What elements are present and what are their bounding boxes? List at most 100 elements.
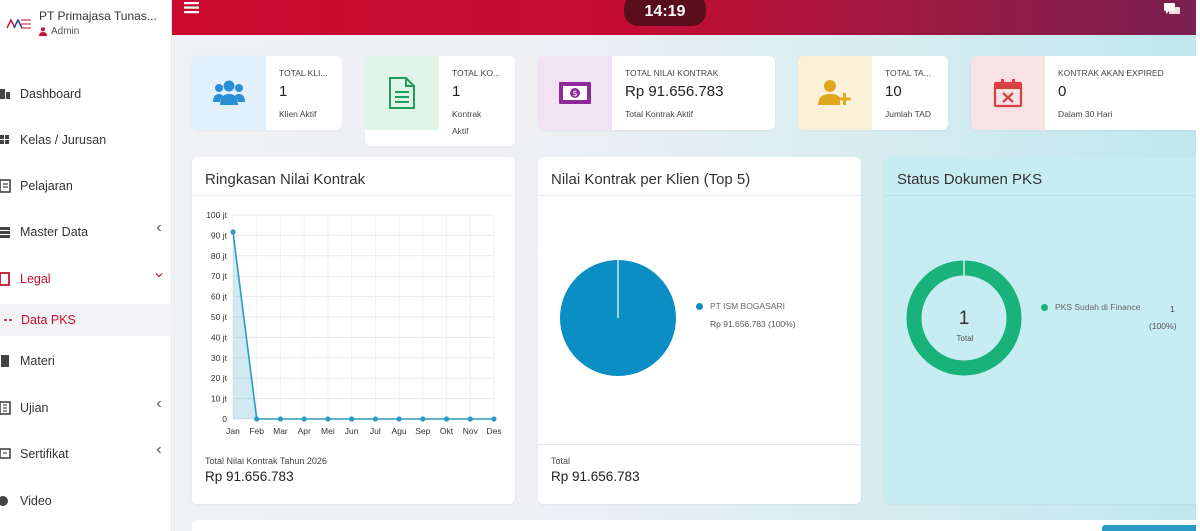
menu-icon[interactable] bbox=[184, 2, 200, 14]
sidebar-item-master-data[interactable]: Master Data bbox=[0, 216, 172, 248]
sidebar-item-label: Materi bbox=[20, 354, 55, 368]
document-icon bbox=[389, 77, 415, 109]
x-tick-label: Apr bbox=[298, 426, 311, 436]
stat-icon-box bbox=[798, 56, 872, 130]
x-tick-label: Feb bbox=[249, 426, 264, 436]
chevron-left-icon bbox=[156, 224, 161, 232]
sidebar-item-legal[interactable]: Legal bbox=[0, 263, 172, 295]
stat-subtitle: Total Kontrak Aktif bbox=[625, 109, 694, 119]
stat-card-kontrak-akan-expired[interactable]: KONTRAK AKAN EXPIRED 0 Dalam 30 Hari bbox=[971, 56, 1200, 130]
panel-divider bbox=[884, 195, 1200, 196]
x-tick-label: Nov bbox=[463, 426, 479, 436]
y-tick-label: 40 jt bbox=[211, 332, 228, 342]
stat-title: KONTRAK AKAN EXPIRED bbox=[1058, 68, 1164, 78]
legend-name: PKS Sudah di Finance bbox=[1055, 302, 1141, 312]
stat-card-total-tad[interactable]: TOTAL TA... 10 Jumlah TAD bbox=[798, 56, 948, 130]
client-value-pie-chart bbox=[560, 260, 676, 376]
y-tick-label: 20 jt bbox=[211, 373, 228, 383]
y-tick-label: 50 jt bbox=[211, 312, 228, 322]
main-content: TOTAL KLI... 1 Klien Aktif TOTAL KO... 1… bbox=[172, 35, 1200, 531]
bottom-panel-accent bbox=[1102, 525, 1200, 531]
sidebar-item-data-pks[interactable]: Data PKS bbox=[0, 304, 172, 336]
donut-legend-item: PKS Sudah di Finance bbox=[1041, 302, 1141, 312]
data-point bbox=[467, 416, 473, 422]
x-tick-label: Sep bbox=[415, 426, 430, 436]
sidebar-item-label: Master Data bbox=[20, 225, 89, 239]
data-point bbox=[349, 416, 355, 422]
stat-card-total-klien[interactable]: TOTAL KLI... 1 Klien Aktif bbox=[192, 56, 342, 130]
stat-value: Rp 91.656.783 bbox=[625, 83, 724, 100]
stat-title: TOTAL TA... bbox=[885, 68, 931, 78]
pie-legend-item: PT ISM BOGASARI bbox=[696, 301, 785, 311]
stat-icon-box bbox=[192, 56, 266, 130]
legend-dot bbox=[1041, 303, 1048, 311]
stat-card-total-kontrak[interactable]: TOTAL KO... 1 Kontrak Aktif bbox=[365, 56, 515, 146]
panel-divider bbox=[192, 195, 515, 196]
chat-icon[interactable] bbox=[1164, 3, 1180, 16]
pks-status-donut-chart bbox=[906, 260, 1022, 376]
series-line bbox=[232, 231, 494, 420]
stat-subtitle-line2: Aktif bbox=[452, 126, 469, 136]
y-tick-label: 0 bbox=[222, 414, 227, 424]
grid-icon bbox=[0, 135, 9, 144]
data-point bbox=[420, 416, 426, 422]
y-tick-label: 100 jt bbox=[206, 210, 227, 220]
y-tick-label: 80 jt bbox=[211, 251, 228, 261]
dashboard-icon bbox=[0, 89, 10, 99]
panel-nilai-kontrak-per-klien: Nilai Kontrak per Klien (Top 5) PT ISM B… bbox=[538, 157, 861, 504]
data-point bbox=[301, 416, 307, 422]
company-name: PT Primajasa Tunas... bbox=[39, 9, 157, 23]
book-icon bbox=[0, 179, 11, 193]
data-point bbox=[491, 416, 497, 422]
panel-divider bbox=[538, 195, 861, 196]
data-point bbox=[372, 416, 378, 422]
legal-icon bbox=[0, 272, 10, 286]
sidebar: PT Primajasa Tunas... Admin Dashboard Ke… bbox=[0, 0, 172, 531]
chevron-left-icon bbox=[156, 446, 161, 454]
sidebar-item-ujian[interactable]: Ujian bbox=[0, 392, 172, 424]
svg-text:$: $ bbox=[572, 89, 577, 98]
x-tick-label: Jul bbox=[370, 426, 381, 436]
panel-status-dokumen-pks: Status Dokumen PKS 1 Total PKS Sudah di … bbox=[884, 157, 1200, 504]
video-icon bbox=[0, 496, 8, 506]
sidebar-item-pelajaran[interactable]: Pelajaran bbox=[0, 170, 172, 202]
stat-value: 0 bbox=[1058, 83, 1067, 100]
panel-footer-value: Rp 91.656.783 bbox=[205, 469, 294, 484]
data-point bbox=[254, 416, 260, 422]
stat-subtitle: Jumlah TAD bbox=[885, 109, 931, 119]
y-tick-label: 70 jt bbox=[211, 271, 228, 281]
clock: 14:19 bbox=[624, 0, 706, 26]
exam-icon bbox=[0, 401, 11, 415]
certificate-icon bbox=[0, 448, 11, 459]
sidebar-item-materi[interactable]: Materi bbox=[0, 345, 172, 377]
sidebar-item-dashboard[interactable]: Dashboard bbox=[0, 78, 172, 110]
brand[interactable]: PT Primajasa Tunas... Admin bbox=[6, 6, 172, 46]
stat-value: 1 bbox=[452, 83, 461, 100]
panel-title: Status Dokumen PKS bbox=[897, 171, 1043, 188]
donut-center-label: Total bbox=[956, 334, 974, 343]
series-area bbox=[233, 232, 494, 419]
sidebar-item-video[interactable]: Video bbox=[0, 485, 172, 517]
sidebar-item-kelas-jurusan[interactable]: Kelas / Jurusan bbox=[0, 124, 172, 156]
x-tick-label: Agu bbox=[392, 426, 407, 436]
legend-dot bbox=[696, 302, 703, 310]
stat-subtitle: Klien Aktif bbox=[279, 109, 317, 119]
legend-count: 1 bbox=[1170, 304, 1175, 314]
stat-card-total-nilai-kontrak[interactable]: $ TOTAL NILAI KONTRAK Rp 91.656.783 Tota… bbox=[538, 56, 775, 130]
sidebar-item-sertifikat[interactable]: Sertifikat bbox=[0, 438, 172, 470]
sidebar-item-label: Pelajaran bbox=[20, 179, 73, 193]
money-icon: $ bbox=[559, 82, 591, 104]
user-role-label: Admin bbox=[51, 26, 80, 37]
material-icon bbox=[1, 355, 9, 367]
right-edge bbox=[1196, 0, 1200, 531]
stat-value: 10 bbox=[885, 83, 902, 100]
contract-value-area-chart: 100 jt 90 jt 80 jt 70 jt 60 jt 50 jt 40 jt 30 j… bbox=[206, 210, 501, 436]
data-point bbox=[277, 416, 284, 422]
stat-title: TOTAL KLI... bbox=[279, 68, 328, 78]
sidebar-item-label: Dashboard bbox=[20, 87, 82, 101]
y-tick-label: 60 jt bbox=[211, 292, 228, 302]
stat-subtitle: Dalam 30 Hari bbox=[1058, 109, 1113, 119]
stat-subtitle: Kontrak bbox=[452, 109, 482, 119]
panel-footer-value: Rp 91.656.783 bbox=[551, 469, 640, 484]
x-tick-label: Jun bbox=[345, 426, 359, 436]
